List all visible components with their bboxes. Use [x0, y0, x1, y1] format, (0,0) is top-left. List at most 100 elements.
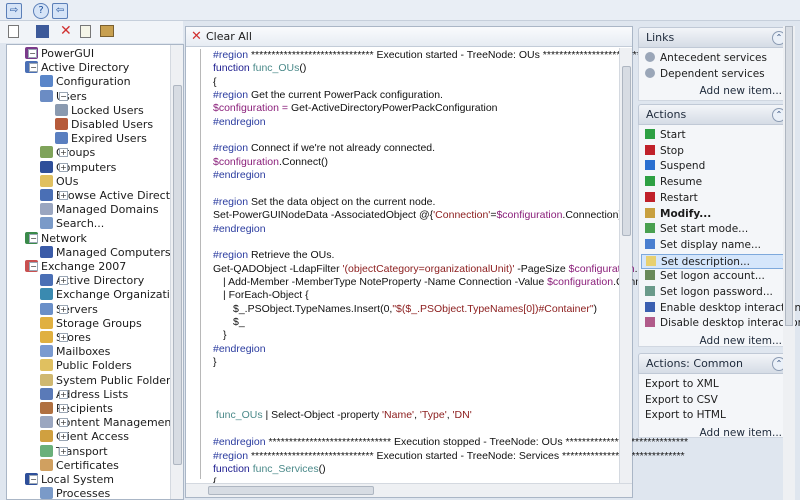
expand-icon[interactable]: +	[59, 148, 68, 158]
refresh-icon[interactable]	[80, 25, 91, 38]
pane-item[interactable]: Set display name...▼	[641, 238, 792, 253]
tree-item[interactable]: + Client Access	[40, 430, 129, 444]
links-header[interactable]: Links ⌃	[638, 27, 791, 48]
editor-vscrollbar[interactable]	[619, 48, 632, 485]
tree-item[interactable]: Locked Users	[55, 103, 144, 118]
tree-item[interactable]: + Stores	[40, 331, 91, 345]
code-line[interactable]: #endregion	[213, 343, 266, 356]
tree-item[interactable]: + Groups	[40, 146, 95, 160]
collapse-icon[interactable]: −	[28, 49, 37, 58]
new-icon[interactable]	[8, 25, 19, 38]
tree-item[interactable]: Certificates	[40, 458, 119, 473]
code-line[interactable]: $_	[233, 316, 245, 329]
expand-icon[interactable]: +	[59, 333, 68, 342]
code-line[interactable]: #region ****************************** E…	[213, 49, 665, 62]
forward-icon[interactable]: ⇦	[52, 3, 68, 19]
code-line[interactable]: #endregion *****************************…	[213, 436, 688, 449]
pane-item[interactable]: Stop▼	[641, 144, 792, 159]
tree-item[interactable]: − PowerGUI	[25, 47, 94, 61]
tree-item[interactable]: Storage Groups	[40, 316, 142, 331]
pane-item[interactable]: Modify...▼	[641, 207, 792, 222]
tree-item[interactable]: − Active Directory	[25, 61, 129, 75]
code-line[interactable]: function func_OUs()	[213, 62, 306, 75]
actions-common-header[interactable]: Actions: Common ⌃	[638, 353, 791, 374]
tree-item[interactable]: Managed Computers	[40, 245, 171, 260]
tree-item[interactable]: + Browse Active Director	[40, 189, 181, 203]
expand-icon[interactable]: +	[59, 404, 68, 413]
tree-item[interactable]: Configuration	[40, 75, 131, 89]
code-line[interactable]: $configuration = Get-ActiveDirectoryPowe…	[213, 102, 498, 115]
tree-item[interactable]: Disabled Users	[55, 118, 153, 132]
tree-item[interactable]: OUs	[40, 174, 78, 189]
expand-icon[interactable]: +	[59, 162, 68, 172]
expand-icon[interactable]: +	[59, 389, 68, 399]
tree-item[interactable]: Search...	[40, 217, 104, 231]
expand-icon[interactable]: +	[59, 418, 68, 428]
add-new-item-link[interactable]: Add new item...	[700, 427, 782, 439]
code-line[interactable]: #region ****************************** E…	[213, 450, 685, 463]
back-icon[interactable]: ⇨	[6, 3, 22, 19]
pane-item[interactable]: Start▼	[641, 128, 792, 143]
code-line[interactable]: $configuration.Connect()	[213, 156, 328, 169]
tree-item[interactable]: + Servers	[40, 302, 98, 317]
code-line[interactable]: #region Get the current PowerPack config…	[213, 89, 443, 102]
tree-item[interactable]: Expired Users	[55, 132, 147, 146]
editor-hscrollbar[interactable]	[186, 483, 632, 497]
pane-item[interactable]: Enable desktop interaction▼	[641, 301, 800, 316]
tree-item[interactable]: − Network	[25, 231, 87, 246]
save-icon[interactable]	[36, 25, 49, 38]
code-line[interactable]: #region Set the data object on the curre…	[213, 196, 435, 209]
pane-item[interactable]: Export to XML▼	[641, 377, 792, 392]
add-new-item-link[interactable]: Add new item...	[700, 85, 782, 97]
help-icon[interactable]: ?	[33, 3, 49, 19]
code-line[interactable]: {	[213, 76, 217, 89]
tree-item[interactable]: + Address Lists	[40, 387, 128, 402]
collapse-icon[interactable]: −	[29, 63, 38, 73]
tree-item[interactable]: Managed Domains	[40, 203, 159, 217]
code-line[interactable]: $_.PSObject.TypeNames.Insert(0,"$($_.PSO…	[233, 303, 597, 316]
tree-item[interactable]: − Users	[40, 89, 87, 104]
code-line[interactable]: #endregion	[213, 116, 266, 129]
tree-item[interactable]: − Exchange 2007	[25, 260, 126, 274]
tree-item[interactable]: Exchange Organization	[40, 288, 183, 302]
tree-item[interactable]: + Computers	[40, 160, 116, 175]
tree-scrollbar[interactable]	[170, 45, 183, 499]
collapse-icon[interactable]: −	[29, 475, 38, 484]
collapse-icon[interactable]: −	[59, 91, 68, 101]
pane-item[interactable]: Antecedent services▼	[641, 51, 792, 66]
tree-item[interactable]: + Recipients	[40, 402, 113, 416]
pane-item[interactable]: Set start mode...▼	[641, 222, 792, 237]
pane-item[interactable]: Resume▼	[641, 175, 792, 190]
pane-item[interactable]: Set description...▼	[641, 253, 792, 269]
tree-item[interactable]: Mailboxes	[40, 345, 110, 359]
code-line[interactable]: | Add-Member -MemberType NoteProperty -N…	[223, 276, 669, 289]
code-line[interactable]: }	[213, 356, 217, 369]
actions-pane-scrollbar[interactable]	[783, 26, 795, 500]
tree-item[interactable]: System Public Folders	[40, 373, 176, 388]
expand-icon[interactable]: +	[59, 191, 68, 200]
code-line[interactable]: Set-PowerGUINodeData -AssociatedObject @…	[213, 209, 622, 222]
delete-icon[interactable]: ✕	[60, 23, 72, 39]
actions-header[interactable]: Actions ⌃	[638, 104, 791, 125]
expand-icon[interactable]: +	[59, 304, 68, 314]
clear-all-button[interactable]: ✕ Clear All	[186, 27, 632, 47]
properties-icon[interactable]	[100, 25, 114, 37]
expand-icon[interactable]: +	[59, 276, 68, 286]
pane-item[interactable]: Set logon account...▼	[641, 269, 792, 284]
pane-item[interactable]: Export to HTML▼	[641, 408, 792, 423]
pane-item[interactable]: Restart▼	[641, 191, 792, 206]
code-line[interactable]: func_OUs | Select-Object -property 'Name…	[213, 409, 472, 422]
add-new-item-link[interactable]: Add new item...	[700, 335, 782, 347]
code-line[interactable]: #region Retrieve the OUs.	[213, 249, 334, 262]
code-line[interactable]: #endregion	[213, 223, 266, 236]
collapse-icon[interactable]: −	[29, 262, 38, 271]
tree-item[interactable]: + Transport	[40, 444, 108, 459]
expand-icon[interactable]: +	[59, 446, 68, 456]
code-line[interactable]: #region Connect if we're not already con…	[213, 142, 435, 155]
collapse-icon[interactable]: −	[29, 233, 38, 243]
code-line[interactable]: | ForEach-Object {	[223, 289, 309, 302]
expand-icon[interactable]: +	[59, 432, 68, 442]
pane-item[interactable]: Dependent services▼	[641, 67, 792, 82]
tree-item[interactable]: Processes	[40, 487, 110, 499]
pane-item[interactable]: Suspend▼	[641, 159, 792, 174]
